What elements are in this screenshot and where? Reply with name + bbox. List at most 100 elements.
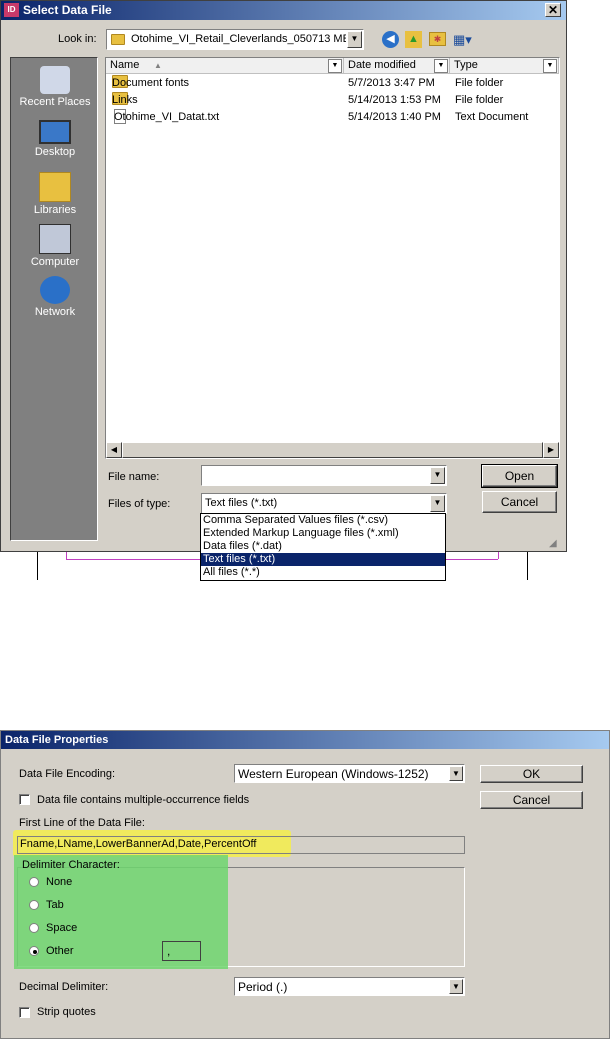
decimal-delimiter-label: Decimal Delimiter: <box>19 981 109 993</box>
other-delimiter-value: , <box>167 944 171 958</box>
multiple-occurrence-checkbox[interactable] <box>19 794 30 805</box>
chevron-down-icon[interactable]: ▼ <box>328 59 342 73</box>
decimal-delimiter-select[interactable]: Period (.) ▼ <box>234 977 465 996</box>
look-in-value: Otohime_VI_Retail_Cleverlands_050713 MEC <box>131 33 346 45</box>
radio-none[interactable] <box>29 877 39 887</box>
chevron-down-icon[interactable]: ▼ <box>543 59 557 73</box>
up-folder-icon[interactable]: ▲ <box>405 31 422 48</box>
strip-quotes-checkbox[interactable] <box>19 1007 30 1018</box>
radio-space[interactable] <box>29 923 39 933</box>
place-computer[interactable]: Computer <box>11 224 99 268</box>
type-option-csv[interactable]: Comma Separated Values files (*.csv) <box>201 514 445 527</box>
column-header-name[interactable]: Name ▲ ▼ <box>106 58 344 74</box>
select-data-file-dialog: ID Select Data File ✕ Look in: Otohime_V… <box>0 0 567 552</box>
column-type-label: Type <box>454 59 478 71</box>
scroll-right-icon[interactable]: ▶ <box>543 442 559 458</box>
chevron-down-icon[interactable]: ▼ <box>430 495 445 512</box>
size-grip-icon[interactable]: ◢ <box>549 537 563 551</box>
first-line-label: First Line of the Data File: <box>19 817 145 829</box>
cancel-button[interactable]: Cancel <box>482 491 557 513</box>
file-date: 5/7/2013 3:47 PM <box>348 77 435 89</box>
close-button[interactable]: ✕ <box>545 3 561 17</box>
radio-other[interactable] <box>29 946 39 956</box>
horizontal-scrollbar[interactable]: ◀ ▶ <box>106 442 559 458</box>
chevron-down-icon[interactable]: ▼ <box>434 59 448 73</box>
app-icon: ID <box>4 3 19 17</box>
place-label: Recent Places <box>19 96 91 108</box>
back-icon[interactable]: ◀ <box>382 31 399 48</box>
file-type: File folder <box>455 77 504 89</box>
column-header-type[interactable]: Type ▼ <box>450 58 559 74</box>
chevron-down-icon[interactable]: ▼ <box>449 979 463 994</box>
scroll-thumb[interactable] <box>122 442 543 458</box>
files-of-type-label: Files of type: <box>108 498 171 510</box>
radio-tab[interactable] <box>29 900 39 910</box>
sort-ascending-icon: ▲ <box>154 61 162 70</box>
decimal-delimiter-value: Period (.) <box>238 980 288 994</box>
file-name-label: File name: <box>108 471 160 483</box>
column-header-date[interactable]: Date modified ▼ <box>344 58 450 74</box>
type-option-xml[interactable]: Extended Markup Language files (*.xml) <box>201 527 445 540</box>
column-date-label: Date modified <box>348 59 416 71</box>
file-name: Document fonts <box>112 77 190 89</box>
list-item[interactable]: Links 5/14/2013 1:53 PM File folder <box>106 92 562 109</box>
folder-icon <box>111 34 125 45</box>
computer-icon <box>39 224 71 254</box>
chevron-down-icon[interactable]: ▼ <box>347 31 362 48</box>
list-item[interactable]: Document fonts 5/7/2013 3:47 PM File fol… <box>106 75 562 92</box>
place-libraries[interactable]: Libraries <box>11 172 99 216</box>
margin-guide <box>498 552 499 559</box>
type-option-txt[interactable]: Text files (*.txt) <box>201 553 445 566</box>
place-label: Libraries <box>33 204 77 216</box>
file-list[interactable]: Name ▲ ▼ Date modified ▼ Type ▼ Document… <box>105 57 560 459</box>
place-network[interactable]: Network <box>11 276 99 318</box>
file-name: Links <box>112 94 138 106</box>
title-bar: Data File Properties <box>1 731 609 749</box>
encoding-value: Western European (Windows-1252) <box>238 767 429 781</box>
file-date: 5/14/2013 1:53 PM <box>348 94 441 106</box>
file-type: Text Document <box>455 111 529 123</box>
multiple-occurrence-label: Data file contains multiple-occurrence f… <box>37 794 250 806</box>
open-button[interactable]: Open <box>481 464 558 488</box>
cancel-button[interactable]: Cancel <box>480 791 583 809</box>
file-type: File folder <box>455 94 504 106</box>
network-icon <box>40 276 70 304</box>
other-delimiter-input[interactable]: , <box>162 941 201 961</box>
files-of-type-select[interactable]: Text files (*.txt) ▼ <box>201 493 447 514</box>
type-option-all[interactable]: All files (*.*) <box>201 566 445 579</box>
page-guide-right <box>527 552 528 580</box>
page-guide-left <box>37 552 38 580</box>
ok-button[interactable]: OK <box>480 765 583 783</box>
radio-none-label: None <box>46 876 73 888</box>
column-name-label: Name <box>110 59 140 71</box>
files-of-type-value: Text files (*.txt) <box>205 497 278 509</box>
list-item[interactable]: Otohime_VI_Datat.txt 5/14/2013 1:40 PM T… <box>106 109 562 126</box>
desktop-icon <box>39 120 71 144</box>
type-option-dat[interactable]: Data files (*.dat) <box>201 540 445 553</box>
new-folder-icon[interactable]: ✱ <box>429 32 446 46</box>
files-of-type-dropdown[interactable]: Comma Separated Values files (*.csv) Ext… <box>200 513 446 581</box>
chevron-down-icon[interactable]: ▼ <box>449 766 463 781</box>
encoding-select[interactable]: Western European (Windows-1252) ▼ <box>234 764 465 783</box>
margin-guide <box>66 552 67 559</box>
dialog-title: Select Data File <box>23 3 112 17</box>
libraries-icon <box>39 172 71 202</box>
places-bar: Recent Places Desktop Libraries Computer… <box>10 57 98 541</box>
place-label: Network <box>34 306 76 318</box>
scroll-left-icon[interactable]: ◀ <box>106 442 122 458</box>
place-recent-places[interactable]: Recent Places <box>11 66 99 108</box>
radio-tab-label: Tab <box>46 899 64 911</box>
recent-places-icon <box>40 66 70 94</box>
look-in-combo[interactable]: Otohime_VI_Retail_Cleverlands_050713 MEC… <box>106 29 364 50</box>
first-line-field: Fname,LName,LowerBannerAd,Date,PercentOf… <box>17 836 465 854</box>
place-desktop[interactable]: Desktop <box>11 120 99 158</box>
file-name-input[interactable]: ▼ <box>201 465 447 486</box>
radio-other-label: Other <box>46 945 74 957</box>
strip-quotes-label: Strip quotes <box>37 1006 96 1018</box>
dialog-title: Data File Properties <box>5 734 109 746</box>
data-file-properties-dialog: Data File Properties Data File Encoding:… <box>0 730 610 1039</box>
view-menu-icon[interactable]: ▦▾ <box>453 31 475 48</box>
encoding-label: Data File Encoding: <box>19 768 115 780</box>
first-line-value: Fname,LName,LowerBannerAd,Date,PercentOf… <box>20 838 257 850</box>
chevron-down-icon[interactable]: ▼ <box>430 467 445 484</box>
